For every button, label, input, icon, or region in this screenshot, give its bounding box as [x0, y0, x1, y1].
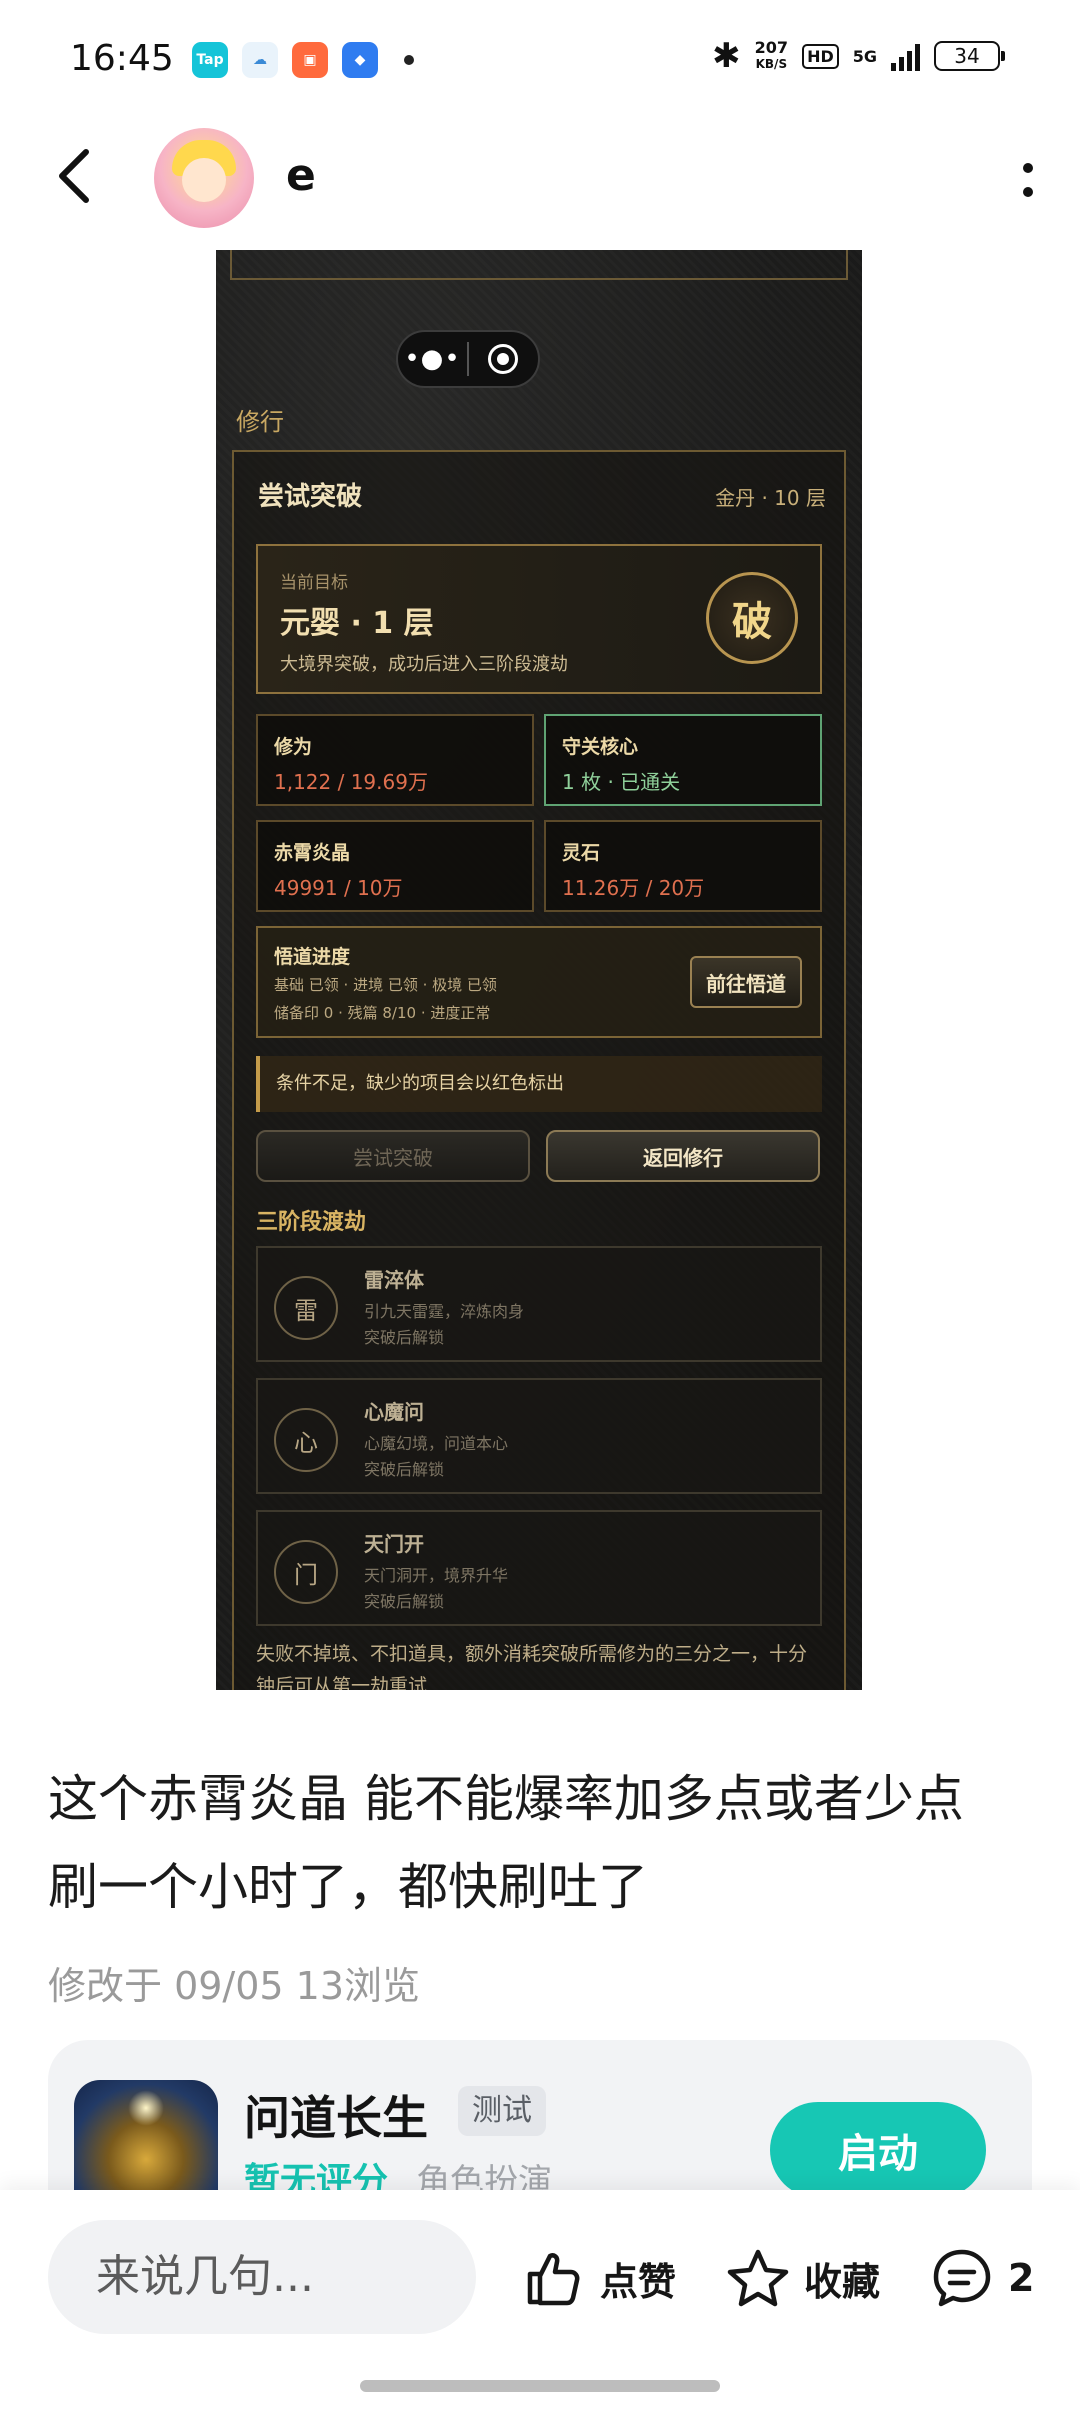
test-badge: 测试: [458, 2086, 546, 2136]
post-text-line: 刷一个小时了，都快刷吐了: [48, 1858, 648, 1916]
weather-icon: ☁: [242, 42, 278, 78]
signal-icon: [891, 41, 920, 71]
tap-app-icon: Tap: [192, 42, 228, 78]
bluetooth-icon: ✱: [712, 36, 741, 76]
bottom-action-bar: 来说几句... 点赞 收藏 2: [0, 2190, 1080, 2412]
post-image[interactable]: •●• 修行 尝试突破 金丹 · 10 层 当前目标 元婴 · 1 层 大境界突…: [216, 250, 862, 1690]
network-type: 5G: [852, 46, 877, 66]
gate-icon: 门: [274, 1540, 338, 1604]
comment-bubble-icon: [933, 2249, 991, 2307]
comment-count: 2: [1008, 2256, 1035, 2300]
tribulation-item: 心 心魔问 心魔幻境，问道本心 突破后解锁: [256, 1378, 822, 1494]
previous-panel-edge: [230, 250, 848, 280]
more-notifications-dot: [404, 55, 414, 65]
launch-button[interactable]: 启动: [770, 2102, 986, 2198]
post-body: 这个赤霄炎晶 能不能爆率加多点或者少点 刷一个小时了，都快刷吐了: [48, 1755, 1038, 1931]
chevron-left-icon: [59, 149, 89, 203]
enlightenment-progress: 悟道进度 基础 已领 · 进境 已领 · 极境 已领 储备印 0 · 残篇 8/…: [256, 926, 822, 1038]
realm-tag: 金丹 · 10 层: [715, 486, 826, 510]
post-text-line: 这个赤霄炎晶 能不能爆率加多点或者少点: [48, 1770, 964, 1828]
tribulation-item: 门 天门开 天门洞开，境界升华 突破后解锁: [256, 1510, 822, 1626]
favorite-button[interactable]: 收藏: [726, 2238, 880, 2318]
notification-icons: Tap ☁ ▣ ◆: [192, 42, 414, 78]
star-icon: [727, 2249, 789, 2307]
try-breakthrough-button: 尝试突破: [256, 1130, 530, 1182]
section-label: 修行: [236, 408, 284, 436]
stat-cultivation: 修为 1,122 / 19.69万: [256, 714, 534, 806]
status-time: 16:45: [70, 38, 174, 79]
target-desc: 大境界突破，成功后进入三阶段渡劫: [280, 654, 568, 675]
current-target: 当前目标 元婴 · 1 层 大境界突破，成功后进入三阶段渡劫 破: [256, 544, 822, 694]
tribulation-title: 三阶段渡劫: [256, 1210, 367, 1235]
thunder-icon: 雷: [274, 1276, 338, 1340]
home-indicator[interactable]: [360, 2380, 720, 2392]
status-indicators: ✱ 207 KB/S HD 5G 34: [712, 36, 1005, 76]
heart-icon: 心: [274, 1408, 338, 1472]
thumbs-up-icon: [527, 2253, 580, 2306]
condition-warning: 条件不足，缺少的项目会以红色标出: [256, 1056, 822, 1112]
failure-note: 失败不掉境、不扣道具，额外消耗突破所需修为的三分之一，十分钟后可从第一劫重试: [256, 1643, 808, 1690]
browser-icon: ◆: [342, 42, 378, 78]
stat-spirit-stone: 灵石 11.26万 / 20万: [544, 820, 822, 912]
username[interactable]: e: [286, 150, 316, 201]
post-header: e: [0, 120, 1080, 240]
avatar[interactable]: [154, 128, 254, 228]
goto-enlightenment-button: 前往悟道: [690, 956, 802, 1008]
back-button[interactable]: [52, 146, 112, 206]
mini-program-capsule: •●•: [396, 330, 540, 388]
network-speed: 207 KB/S: [754, 38, 789, 71]
comments-button[interactable]: 2: [930, 2238, 1034, 2318]
menu-dots-icon: •●•: [404, 344, 461, 374]
stat-crystal: 赤霄炎晶 49991 / 10万: [256, 820, 534, 912]
return-cultivation-button: 返回修行: [546, 1130, 820, 1182]
close-target-icon: [469, 344, 538, 374]
break-button: 破: [706, 572, 798, 664]
more-options-icon[interactable]: [1016, 150, 1040, 210]
breakthrough-panel: 尝试突破 金丹 · 10 层 当前目标 元婴 · 1 层 大境界突破，成功后进入…: [232, 450, 846, 1690]
post-meta: 修改于 09/05 13浏览: [48, 1964, 421, 2008]
photo-app-icon: ▣: [292, 42, 328, 78]
tribulation-item: 雷 雷淬体 引九天雷霆，淬炼肉身 突破后解锁: [256, 1246, 822, 1362]
target-name: 元婴 · 1 层: [280, 606, 434, 641]
game-name[interactable]: 问道长生: [244, 2082, 428, 2148]
hd-icon: HD: [802, 43, 839, 69]
comment-input[interactable]: 来说几句...: [48, 2220, 476, 2334]
panel-title: 尝试突破: [258, 482, 363, 512]
battery-icon: 34: [934, 41, 1005, 71]
target-label: 当前目标: [280, 573, 348, 593]
stat-core: 守关核心 1 枚 · 已通关: [544, 714, 822, 806]
status-bar: 16:45 Tap ☁ ▣ ◆ ✱ 207 KB/S HD 5G 34: [0, 0, 1080, 120]
like-button[interactable]: 点赞: [522, 2238, 676, 2318]
